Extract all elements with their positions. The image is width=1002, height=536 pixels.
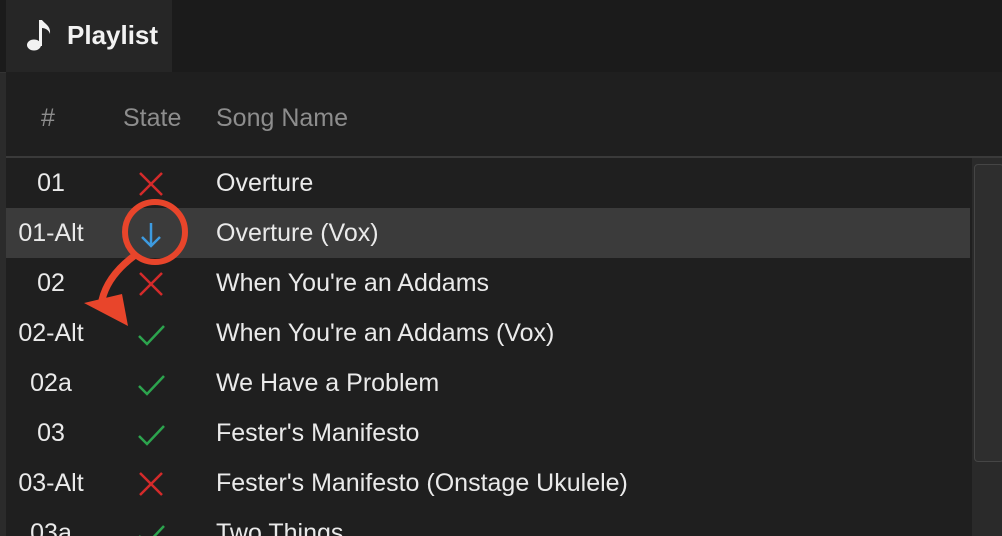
checkmark-icon xyxy=(136,420,166,448)
column-header-song-name[interactable]: Song Name xyxy=(216,104,348,133)
table-header: # State Song Name xyxy=(6,72,1002,158)
column-header-number[interactable]: # xyxy=(41,104,55,133)
table-row[interactable]: 02a We Have a Problem xyxy=(6,358,970,408)
song-name: Fester's Manifesto xyxy=(216,419,420,447)
x-mark-icon xyxy=(136,270,166,298)
table-row[interactable]: 03a Two Things xyxy=(6,508,970,536)
x-mark-icon xyxy=(136,470,166,498)
column-header-state[interactable]: State xyxy=(123,104,181,133)
song-list: 01 Overture 01-Alt Overture (Vox) 02 When You… xyxy=(6,158,970,536)
download-arrow-icon xyxy=(136,220,166,248)
scrollbar-thumb[interactable] xyxy=(974,164,1002,462)
tab-playlist-label: Playlist xyxy=(67,20,159,50)
table-row[interactable]: 02 When You're an Addams xyxy=(6,258,970,308)
table-row[interactable]: 01 Overture xyxy=(6,158,970,208)
song-number: 03a xyxy=(30,519,72,536)
song-name: Overture (Vox) xyxy=(216,219,379,247)
song-number: 01 xyxy=(37,169,65,197)
song-name: Fester's Manifesto (Onstage Ukulele) xyxy=(216,469,628,497)
table-row[interactable]: 01-Alt Overture (Vox) xyxy=(6,208,970,258)
music-note-icon xyxy=(27,20,51,51)
x-mark-icon xyxy=(136,170,166,198)
song-name: When You're an Addams (Vox) xyxy=(216,319,555,347)
table-row[interactable]: 03 Fester's Manifesto xyxy=(6,408,970,458)
checkmark-icon xyxy=(136,320,166,348)
song-number: 03 xyxy=(37,419,65,447)
song-number: 02 xyxy=(37,269,65,297)
table-row[interactable]: 02-Alt When You're an Addams (Vox) xyxy=(6,308,970,358)
checkmark-icon xyxy=(136,520,166,536)
song-number: 02a xyxy=(30,369,72,397)
song-name: Two Things xyxy=(216,519,344,536)
tab-bar: Playlist xyxy=(0,0,1002,73)
checkmark-icon xyxy=(136,370,166,398)
song-name: When You're an Addams xyxy=(216,269,490,297)
song-number: 03-Alt xyxy=(18,469,84,497)
table-row[interactable]: 03-Alt Fester's Manifesto (Onstage Ukulel… xyxy=(6,458,970,508)
song-name: We Have a Problem xyxy=(216,369,440,397)
song-name: Overture xyxy=(216,169,314,197)
song-number: 01-Alt xyxy=(18,219,84,247)
tab-playlist[interactable]: Playlist xyxy=(6,0,172,72)
song-number: 02-Alt xyxy=(18,319,84,347)
